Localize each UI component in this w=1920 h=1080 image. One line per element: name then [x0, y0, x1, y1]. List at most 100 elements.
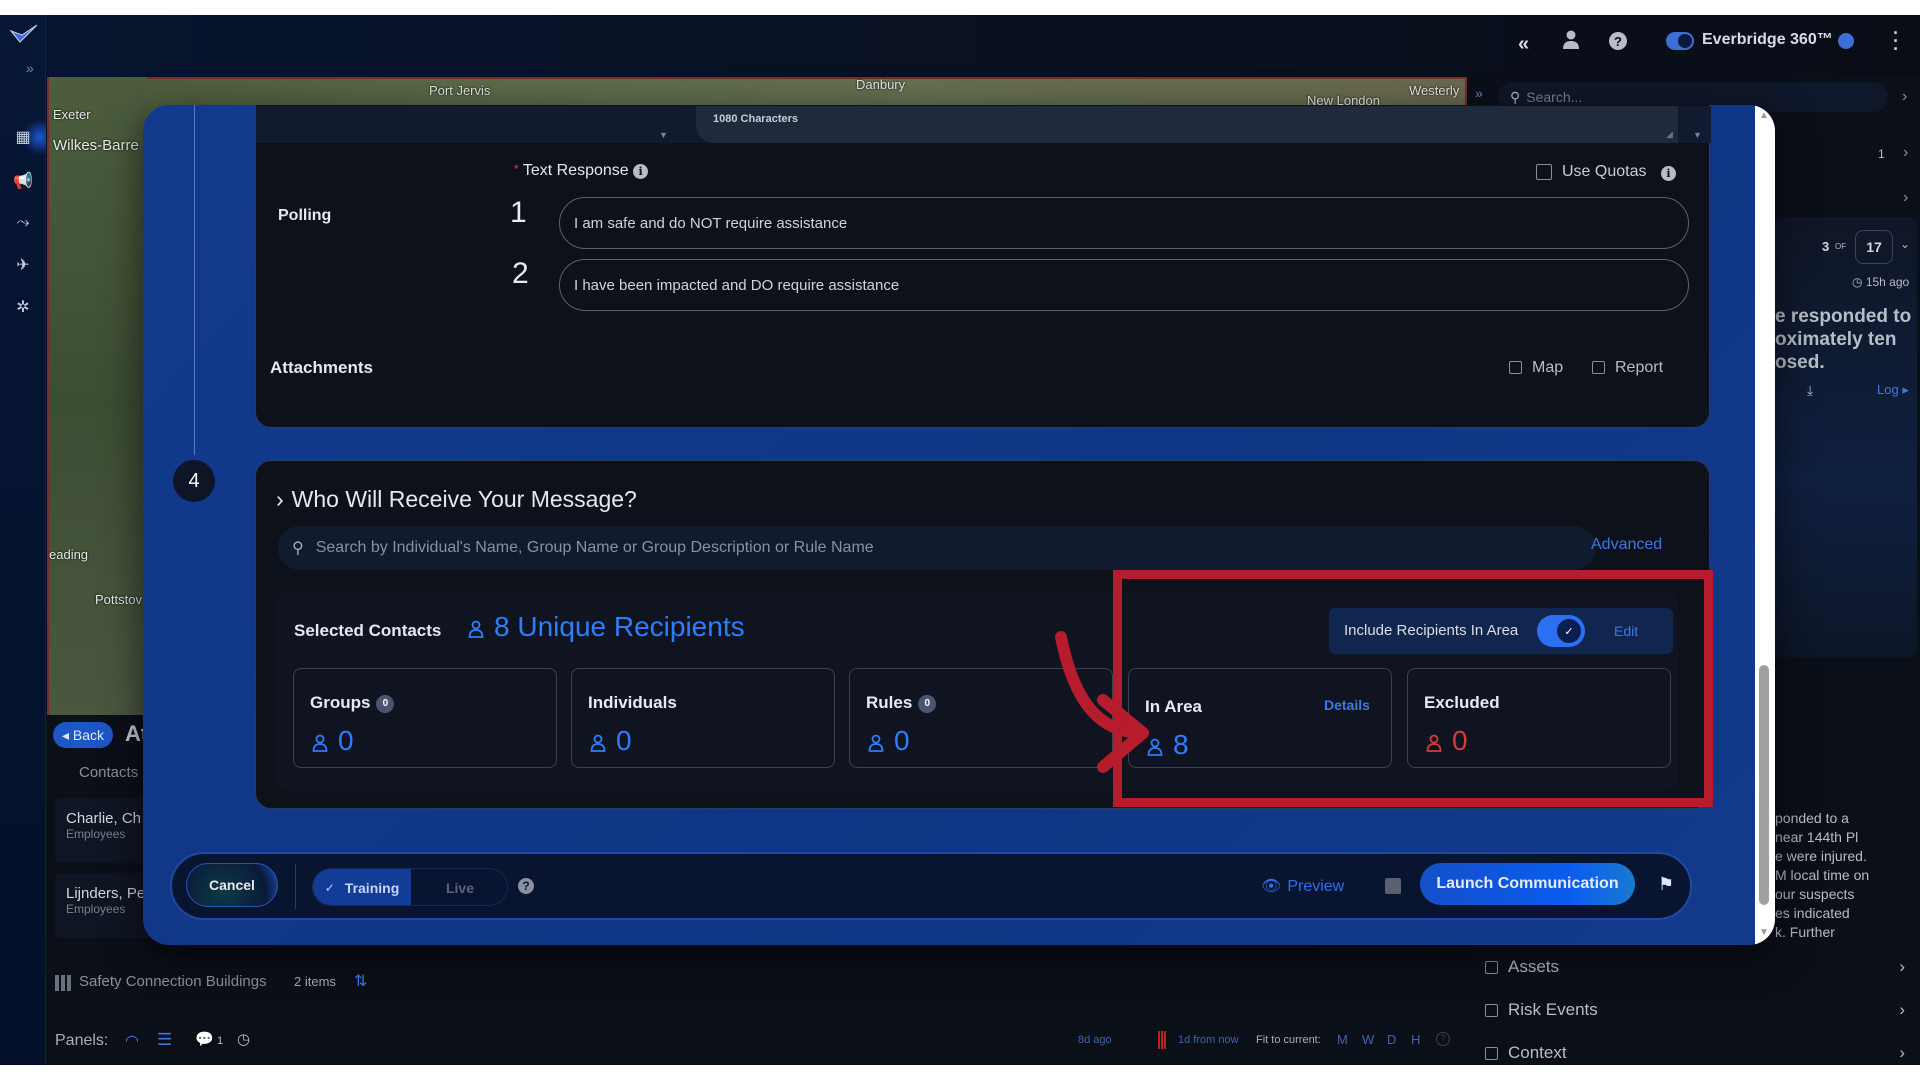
divider — [295, 864, 296, 909]
map-label: Wilkes-Barre — [53, 137, 139, 154]
airplane-icon[interactable]: ✈ — [0, 245, 46, 285]
history-icon[interactable]: ◷ — [237, 1030, 250, 1048]
user-icon[interactable] — [1562, 29, 1580, 56]
chat-icon[interactable] — [1838, 33, 1854, 49]
mode-training-button[interactable]: ✓ Training — [313, 869, 411, 905]
response-input-2[interactable]: I have been impacted and DO require assi… — [559, 259, 1689, 311]
timeline-end: 1d from now — [1178, 1034, 1239, 1046]
calendar-icon[interactable] — [1385, 878, 1401, 894]
stat-card-individuals[interactable]: Individuals 0 — [571, 668, 835, 768]
response-input-1[interactable]: I am safe and do NOT require assistance — [559, 197, 1689, 249]
attachment-report-checkbox[interactable]: Report — [1592, 359, 1663, 377]
map-view-left[interactable]: Exeter Wilkes-Barre eading Pottstov — [47, 77, 147, 727]
list-icon[interactable]: ☰ — [157, 1030, 172, 1050]
scale-month[interactable]: M — [1337, 1032, 1348, 1047]
comments-count: 1 — [217, 1035, 224, 1047]
modal-scrollbar[interactable]: ▲ ▼ — [1755, 105, 1775, 945]
action-bar: Cancel ✓ Training Live ? 👁 Preview Launch … — [170, 852, 1692, 920]
layer-item-risk-events[interactable]: Risk Events › — [1485, 1000, 1905, 1020]
megaphone-icon[interactable]: 📢 — [0, 161, 46, 201]
top-bar: « ? Everbridge 360™ · · · — [0, 15, 1920, 77]
attachment-map-checkbox[interactable]: Map — [1509, 359, 1563, 377]
scroll-up-icon[interactable]: ▲ — [1759, 110, 1769, 121]
dropdown-arrow-icon[interactable]: ▼ — [659, 130, 668, 140]
page-current: 3 — [1822, 239, 1830, 254]
mode-toggle: ✓ Training Live — [312, 868, 508, 906]
sort-icon[interactable]: ⇅ — [354, 971, 367, 991]
flag-icon[interactable]: ⚑ — [1658, 874, 1674, 895]
sidebar: » ▦ 📢 ⤳ ✈ ✲ — [0, 15, 46, 1065]
buildings-label: Safety Connection Buildings — [79, 973, 267, 990]
log-link[interactable]: Log ▸ — [1877, 382, 1909, 398]
section-title[interactable]: › Who Will Receive Your Message? — [276, 486, 637, 513]
back-button[interactable]: ◂ Back — [53, 722, 113, 748]
more-menu-icon[interactable]: · · · — [1893, 24, 1899, 58]
map-label: Westerly — [1409, 83, 1460, 98]
scale-day[interactable]: D — [1387, 1032, 1396, 1047]
contact-group: Employees — [66, 827, 126, 841]
use-quotas-checkbox[interactable]: Use Quotas — [1536, 163, 1646, 181]
cancel-button[interactable]: Cancel — [186, 863, 278, 907]
contact-card[interactable]: Charlie, Ch Employees — [55, 798, 155, 863]
mode-help-icon[interactable]: ? — [518, 878, 534, 894]
feed-icon[interactable]: ◠ — [125, 1031, 139, 1051]
scrollbar-thumb[interactable] — [1759, 665, 1769, 905]
event-card[interactable]: 3 OF 17 ⌄ ◷ 15h ago e responded to oximat… — [1767, 217, 1917, 657]
grid-icon — [55, 975, 73, 991]
preview-button[interactable]: 👁 Preview — [1261, 876, 1344, 896]
timeline-marker[interactable] — [1158, 1031, 1166, 1049]
dropdown-arrow-icon[interactable]: ▼ — [1693, 130, 1702, 140]
collapse-panel-icon[interactable]: « — [1518, 33, 1529, 56]
layer-item-assets[interactable]: Assets › — [1485, 957, 1905, 977]
advanced-link[interactable]: Advanced — [1591, 536, 1662, 554]
selected-contacts-label: Selected Contacts — [294, 621, 442, 640]
annotation-arrow — [1055, 631, 1149, 773]
chevron-right-icon[interactable]: › — [1902, 88, 1907, 106]
everbridge-360-toggle[interactable] — [1666, 32, 1694, 50]
response-number: 2 — [512, 257, 529, 290]
map-icon[interactable]: ▦ — [0, 117, 46, 157]
event-snippet: e responded to oximately ten osed. — [1775, 306, 1912, 373]
polling-card: ▼ 1080 Characters ◢ ▼ * Text Response i … — [255, 105, 1711, 428]
comments-icon[interactable]: 💬 — [195, 1030, 214, 1048]
search-icon: ⚲ — [1510, 88, 1521, 105]
page-total: 17 — [1866, 239, 1882, 255]
resize-handle-icon[interactable]: ◢ — [1666, 129, 1673, 140]
map-label: eading — [49, 547, 89, 562]
info-icon[interactable]: i — [1661, 166, 1676, 181]
expand-sidebar-icon[interactable]: » — [26, 60, 34, 76]
panels-label: Panels: — [55, 1032, 109, 1049]
contact-card[interactable]: Lijnders, Pe Employees — [55, 873, 155, 938]
map-label: Port Jervis — [429, 83, 491, 98]
scroll-down-icon[interactable]: ▼ — [1759, 927, 1769, 938]
chevron-right-icon: › — [276, 486, 284, 512]
launch-communication-button[interactable]: Launch Communication — [1420, 863, 1635, 905]
layer-item-context[interactable]: Context › — [1485, 1043, 1905, 1063]
time-ago: ◷ 15h ago — [1852, 275, 1910, 289]
timeline-help-icon[interactable]: ? — [1436, 1032, 1450, 1046]
recipients-search-input[interactable]: ⚲ Search by Individual's Name, Group Nam… — [278, 526, 1596, 570]
stat-card-groups[interactable]: Groups 0 0 — [293, 668, 557, 768]
page-of: OF — [1835, 242, 1847, 251]
communication-modal: ▼ 1080 Characters ◢ ▼ * Text Response i … — [143, 105, 1775, 945]
scale-week[interactable]: W — [1362, 1032, 1374, 1047]
buildings-count: 2 items — [294, 974, 336, 989]
person-icon — [590, 734, 606, 752]
scale-hour[interactable]: H — [1411, 1032, 1420, 1047]
timeline-start: 8d ago — [1078, 1034, 1112, 1046]
chevron-down-icon[interactable]: ⌄ — [1900, 237, 1910, 251]
unique-recipients-count: 8 Unique Recipients — [468, 611, 745, 643]
right-search-placeholder: Search... — [1526, 89, 1583, 105]
mode-live-button[interactable]: Live — [411, 869, 507, 905]
network-icon[interactable]: ✲ — [0, 287, 46, 327]
download-icon[interactable]: ⤓ — [1807, 382, 1813, 399]
right-expand-icon[interactable]: » — [1475, 85, 1483, 101]
route-icon[interactable]: ⤳ — [0, 203, 46, 243]
result-count: 1 — [1878, 147, 1885, 161]
page-total-input[interactable]: 17 — [1855, 230, 1893, 264]
help-icon[interactable]: ? — [1609, 32, 1627, 50]
everbridge-logo — [9, 23, 39, 50]
chevron-right-icon[interactable]: › — [1903, 144, 1908, 162]
chevron-right-icon[interactable]: › — [1903, 189, 1908, 207]
attachments-label: Attachments — [270, 358, 373, 377]
